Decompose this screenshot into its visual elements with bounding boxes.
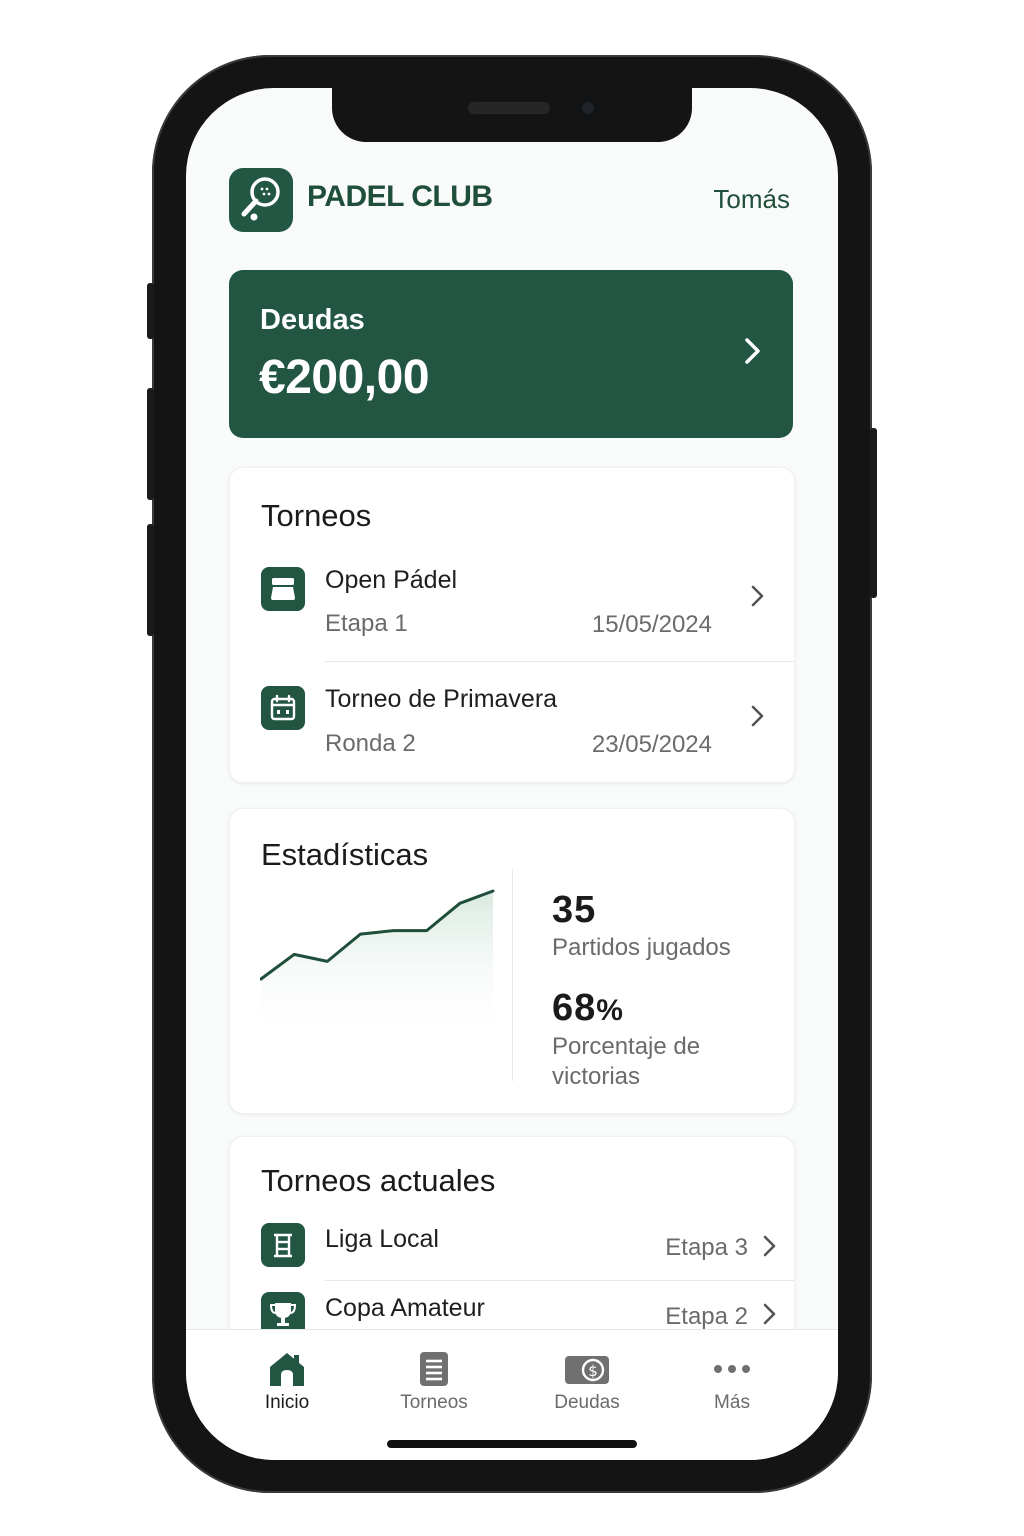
- debt-card[interactable]: Deudas €200,00: [229, 270, 793, 438]
- row-divider: [325, 661, 794, 662]
- padel-logo-icon: [229, 168, 293, 232]
- tournament-name: Torneo de Primavera: [325, 685, 558, 713]
- debt-label: Deudas: [260, 304, 365, 336]
- tab-label: Más: [714, 1392, 750, 1413]
- camera: [578, 98, 598, 118]
- tab-label: Inicio: [264, 1392, 310, 1413]
- power-button: [870, 428, 877, 598]
- chevron-right-icon: [751, 585, 764, 607]
- current-tournament-name: Liga Local: [325, 1225, 439, 1253]
- money-icon: $: [565, 1356, 609, 1384]
- ladder-icon: [261, 1223, 305, 1267]
- tab-label: Deudas: [554, 1392, 620, 1413]
- home-icon: [270, 1353, 304, 1386]
- current-tournaments-title: Torneos actuales: [261, 1163, 496, 1198]
- list-icon: [420, 1352, 448, 1386]
- tournament-stage: Etapa 1: [325, 610, 408, 637]
- speaker: [468, 102, 550, 114]
- current-tournament-name: Copa Amateur: [325, 1294, 485, 1322]
- tournament-name: Open Pádel: [325, 566, 458, 594]
- stats-divider: [512, 869, 513, 1081]
- user-name[interactable]: Tomás: [713, 184, 790, 215]
- tournament-date: 15/05/2024: [591, 611, 712, 638]
- trend-chart: [260, 889, 495, 1041]
- notch: [332, 88, 692, 142]
- tournament-date: 23/05/2024: [591, 731, 712, 758]
- tournament-stage: Ronda 2: [325, 730, 416, 757]
- chevron-right-icon: [751, 705, 764, 727]
- chevron-right-icon: [763, 1235, 776, 1257]
- current-tournament-stage: Etapa 2: [665, 1303, 748, 1330]
- stats-card[interactable]: Estadísticas 35 Partidos jugados 68% Por…: [229, 808, 795, 1114]
- win-rate-number: 68: [552, 987, 597, 1029]
- more-icon: [714, 1365, 750, 1373]
- tab-mas[interactable]: Más: [672, 1350, 792, 1413]
- tab-torneos[interactable]: Torneos: [374, 1350, 494, 1413]
- mute-switch: [147, 283, 154, 339]
- tab-inicio[interactable]: Inicio: [227, 1350, 347, 1413]
- svg-text:$: $: [588, 1362, 598, 1380]
- win-rate-unit: %: [596, 994, 624, 1027]
- tournament-icon: [261, 567, 305, 611]
- current-tournament-stage: Etapa 3: [665, 1234, 748, 1261]
- volume-up-button: [147, 388, 154, 500]
- volume-down-button: [147, 524, 154, 636]
- tournaments-card: Torneos Open Pádel Etapa 1 15/05/2024 To…: [229, 467, 795, 783]
- trend-area: [261, 891, 493, 1041]
- matches-played-value: 35: [552, 889, 597, 931]
- app-screen: PADEL CLUB Tomás Deudas €200,00 Torneos …: [186, 88, 838, 1460]
- tab-deudas[interactable]: $ Deudas: [527, 1350, 647, 1413]
- debt-amount: €200,00: [259, 351, 430, 404]
- chevron-right-icon: [763, 1303, 776, 1325]
- tab-label: Torneos: [400, 1392, 468, 1413]
- stats-title: Estadísticas: [261, 837, 429, 872]
- win-rate-label: Porcentaje de victorias: [552, 1033, 701, 1090]
- matches-played-label: Partidos jugados: [552, 934, 731, 961]
- tournaments-title: Torneos: [261, 498, 372, 533]
- home-indicator: [387, 1440, 637, 1448]
- chevron-right-icon: [745, 338, 760, 364]
- app-brand: PADEL CLUB: [307, 180, 493, 213]
- win-rate-value: 68%: [552, 987, 624, 1030]
- row-divider: [325, 1280, 794, 1281]
- calendar-icon: [261, 686, 305, 730]
